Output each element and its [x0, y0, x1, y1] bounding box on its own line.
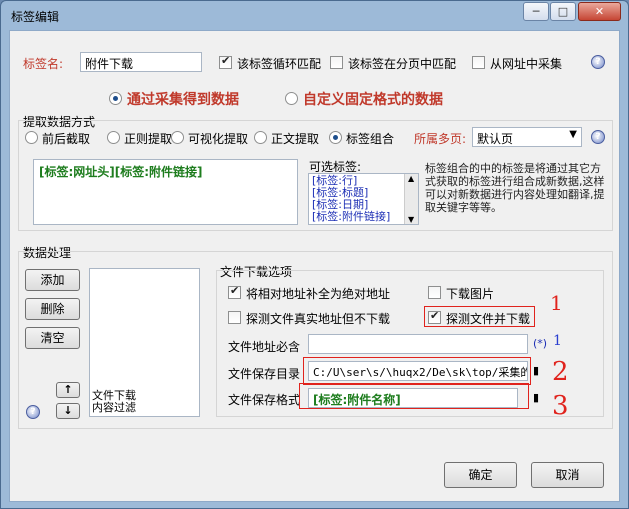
- save-dir-label: 文件保存目录: [228, 367, 301, 381]
- save-format-label: 文件保存格式: [228, 393, 301, 407]
- download-images-label: 下载图片: [446, 287, 495, 301]
- method-radio-1[interactable]: [25, 131, 38, 144]
- help-icon[interactable]: ?: [591, 55, 605, 69]
- tag-name-value: 附件下载: [85, 57, 134, 71]
- page-select[interactable]: 默认页 ▼: [472, 127, 582, 147]
- cancel-button[interactable]: 取消: [531, 462, 604, 488]
- mode-custom-label: 自定义固定格式的数据: [303, 92, 443, 108]
- optional-tag-4[interactable]: [标签:附件链接]: [312, 211, 390, 223]
- tag-name-label: 标签名:: [23, 57, 64, 71]
- tag-combo-editor-text: [标签:网址头][标签:附件链接]: [39, 165, 203, 179]
- dialog-window: 标签编辑 ─ □ ✕ 标签名: 附件下载 该标签循环匹配 该标签在分页中匹配 从…: [0, 0, 629, 509]
- save-format-value: [标签:附件名称]: [313, 393, 401, 407]
- tag-combo-hint: 标签组合的中的标签是将通过其它方式获取的标签进行组合成新数据,这样可以对新数据进…: [425, 162, 605, 214]
- scroll-down-icon[interactable]: ▼: [408, 215, 414, 224]
- star-link[interactable]: (*): [533, 337, 547, 350]
- processing-item-filter[interactable]: 内容过滤: [92, 402, 136, 414]
- detect-no-download-label: 探测文件真实地址但不下载: [246, 312, 391, 326]
- annotation-1: 1: [550, 291, 563, 315]
- footer: [10, 449, 619, 501]
- help-icon-3[interactable]: ?: [26, 405, 40, 419]
- must-contain-label: 文件地址必含: [228, 340, 301, 354]
- must-contain-input[interactable]: [308, 334, 528, 354]
- close-button[interactable]: ✕: [578, 2, 621, 21]
- annotation-side: 1: [553, 333, 562, 349]
- method-label-2: 正则提取: [124, 132, 173, 146]
- save-dir-input[interactable]: C:/U\ser\s/\huqx2/De\sk\top/采集的: [308, 361, 528, 381]
- annotation-2: 2: [552, 357, 569, 387]
- abs-url-checkbox[interactable]: [228, 284, 241, 299]
- method-label-3: 可视化提取: [188, 132, 249, 146]
- highlight-box-1: [424, 306, 535, 327]
- save-format-input[interactable]: [标签:附件名称]: [308, 388, 518, 408]
- method-radio-5[interactable]: [329, 131, 342, 144]
- move-down-button[interactable]: ↓: [56, 403, 80, 419]
- method-radio-3[interactable]: [171, 131, 184, 144]
- optional-tags-list[interactable]: [标签:行] [标签:标题] [标签:日期] [标签:附件链接] ▲ ▼: [308, 173, 419, 225]
- optional-tags-scrollbar[interactable]: ▲ ▼: [404, 174, 418, 224]
- chevron-down-icon: ▼: [569, 129, 577, 140]
- method-label-5: 标签组合: [346, 132, 395, 146]
- page-select-value: 默认页: [477, 132, 514, 146]
- delete-button[interactable]: 删除: [25, 298, 80, 320]
- clear-button[interactable]: 清空: [25, 327, 80, 349]
- method-label-1: 前后截取: [42, 132, 91, 146]
- from-url-checkbox[interactable]: [472, 56, 485, 69]
- abs-url-label: 将相对地址补全为绝对地址: [246, 287, 391, 301]
- add-button[interactable]: 添加: [25, 269, 80, 291]
- mode-custom-radio[interactable]: [285, 92, 298, 105]
- maximize-button[interactable]: □: [550, 2, 576, 21]
- title-bar: 标签编辑 ─ □ ✕: [1, 1, 628, 29]
- tag-name-input[interactable]: 附件下载: [80, 52, 202, 72]
- minimize-button[interactable]: ─: [523, 2, 549, 21]
- page-label: 所属多页:: [414, 132, 467, 146]
- mode-collect-label: 通过采集得到数据: [127, 92, 239, 108]
- window-title: 标签编辑: [11, 10, 60, 24]
- move-up-button[interactable]: ↑: [56, 382, 80, 398]
- method-label-4: 正文提取: [271, 132, 320, 146]
- tag-picker-icon[interactable]: ▮: [533, 391, 539, 404]
- browse-icon[interactable]: ▮: [533, 364, 539, 377]
- loop-match-checkbox[interactable]: [219, 54, 232, 69]
- tag-combo-editor[interactable]: [标签:网址头][标签:附件链接]: [33, 159, 298, 225]
- mode-collect-radio[interactable]: [109, 92, 122, 105]
- page-match-checkbox[interactable]: [330, 56, 343, 69]
- processing-list[interactable]: 文件下载 内容过滤: [89, 268, 200, 417]
- loop-match-label: 该标签循环匹配: [237, 57, 322, 71]
- method-radio-4[interactable]: [254, 131, 267, 144]
- method-radio-2[interactable]: [107, 131, 120, 144]
- annotation-3: 3: [552, 391, 569, 421]
- page-match-label: 该标签在分页中匹配: [348, 57, 457, 71]
- detect-no-download-checkbox[interactable]: [228, 311, 241, 324]
- ok-button[interactable]: 确定: [444, 462, 517, 488]
- save-dir-value: C:/U\ser\s/\huqx2/De\sk\top/采集的: [313, 366, 528, 379]
- from-url-label: 从网址中采集: [490, 57, 563, 71]
- help-icon-2[interactable]: ?: [591, 130, 605, 144]
- scroll-up-icon[interactable]: ▲: [408, 174, 414, 183]
- download-images-checkbox[interactable]: [428, 286, 441, 299]
- dialog-client-area: 标签名: 附件下载 该标签循环匹配 该标签在分页中匹配 从网址中采集 ? 通过采…: [9, 30, 620, 502]
